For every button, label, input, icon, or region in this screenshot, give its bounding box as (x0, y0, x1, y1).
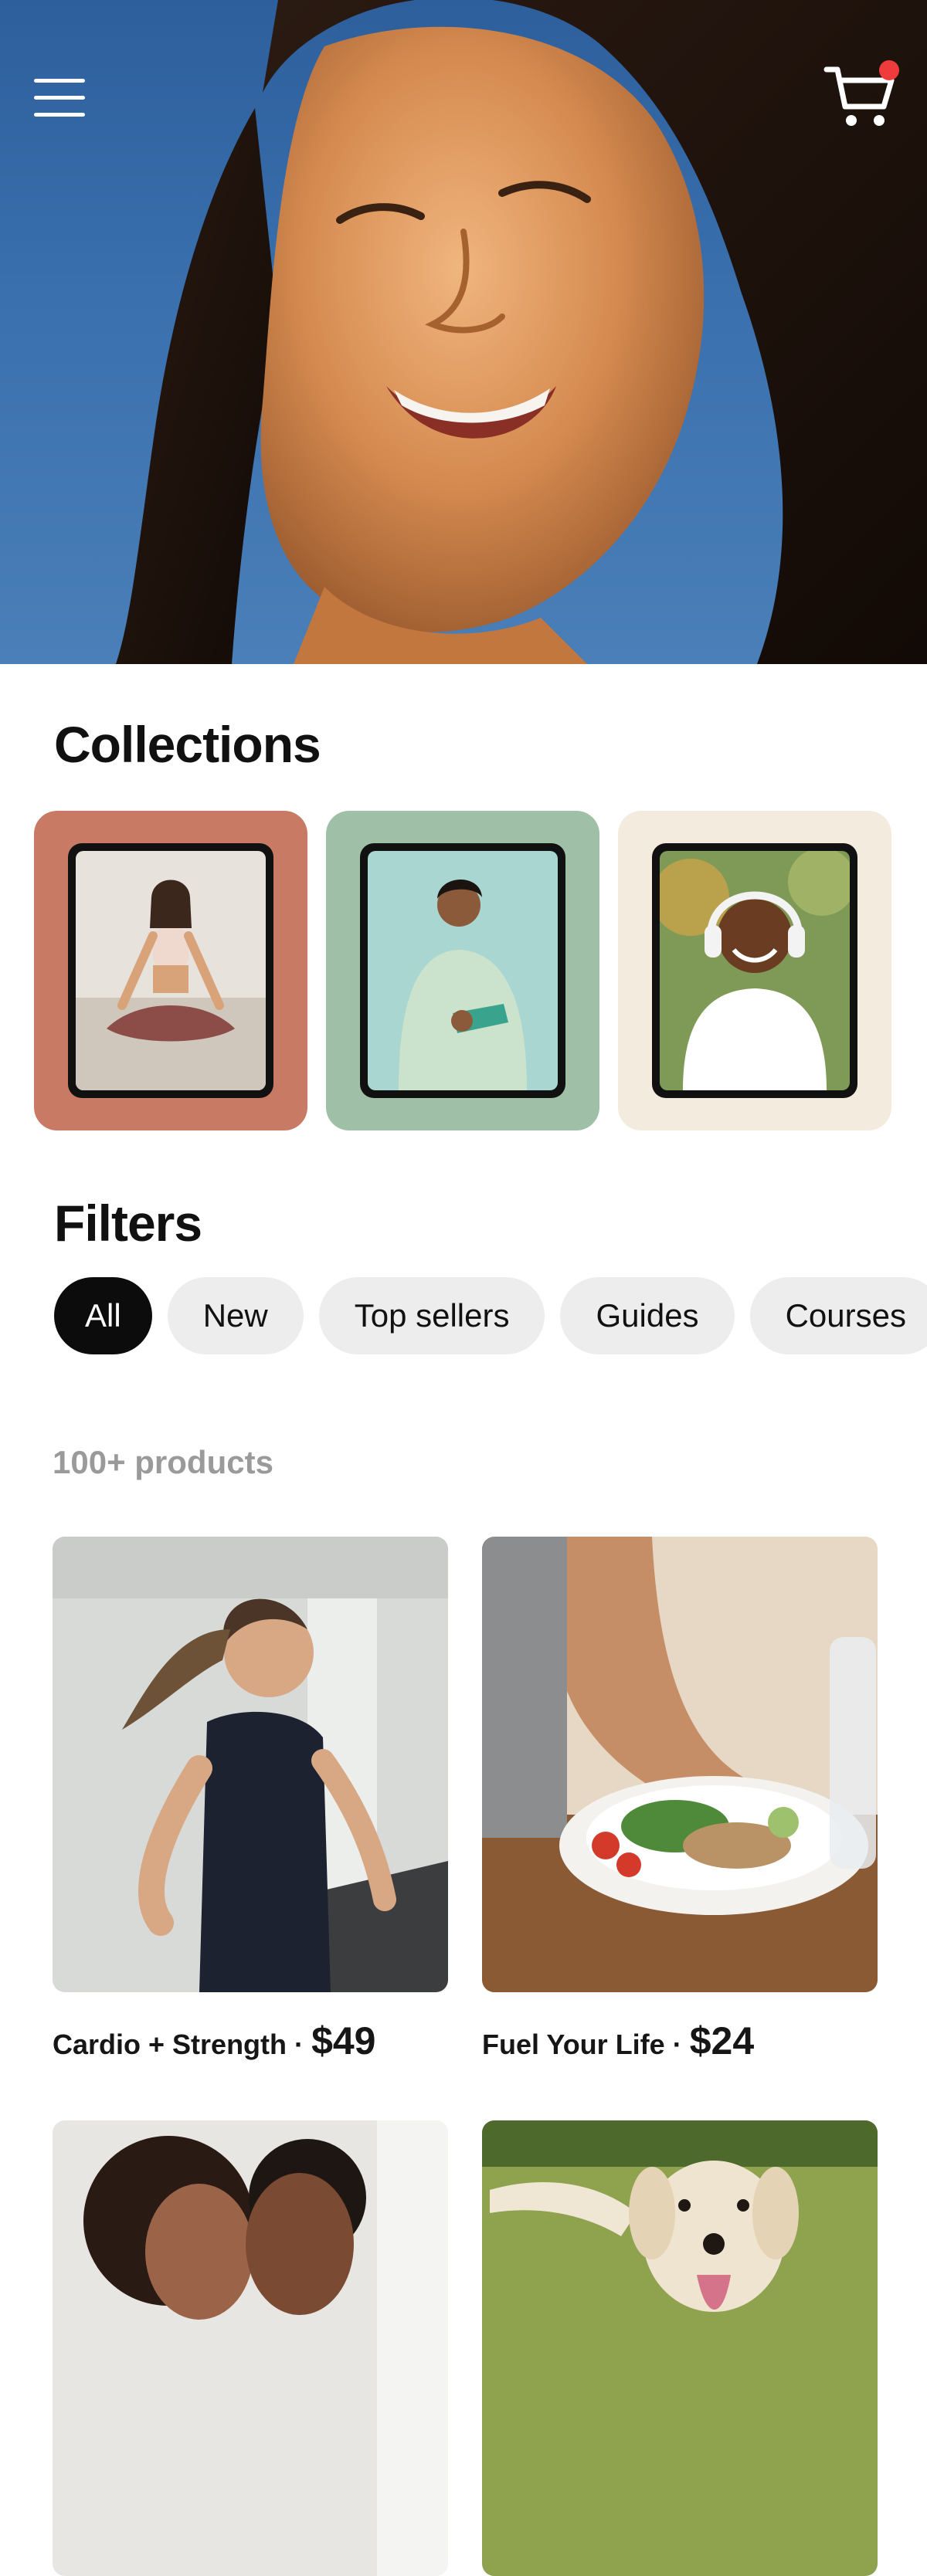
product-image-treadmill (53, 1537, 448, 1992)
product-name: Cardio + Strength (53, 2029, 287, 2060)
product-card-fuel-your-life[interactable]: Fuel Your Life · $24 (482, 1537, 878, 2063)
filter-chip-row: All New Top sellers Guides Courses (54, 1277, 927, 1354)
tablet-frame (68, 843, 273, 1098)
product-caption: Cardio + Strength · $49 (53, 2018, 448, 2063)
collection-image-yoga (76, 851, 266, 1090)
product-card-cardio-strength[interactable]: Cardio + Strength · $49 (53, 1537, 448, 2063)
product-card-couple[interactable] (53, 2120, 448, 2576)
filter-chip-guides[interactable]: Guides (560, 1277, 735, 1354)
hamburger-menu-icon-bar (34, 96, 85, 100)
tablet-frame (652, 843, 857, 1098)
collection-card-yoga[interactable] (34, 811, 307, 1130)
cart-notification-badge (879, 60, 899, 80)
collection-card-mindset[interactable] (326, 811, 599, 1130)
menu-button[interactable] (28, 73, 90, 122)
price-separator: · (294, 2029, 304, 2060)
hero-banner (0, 0, 927, 664)
filters-heading: Filters (54, 1195, 202, 1252)
product-count: 100+ products (53, 1444, 273, 1480)
collection-image-headphones (660, 851, 850, 1090)
price-separator: · (672, 2029, 682, 2060)
product-card-dog[interactable] (482, 2120, 878, 2576)
hero-photo-smiling-woman (116, 0, 927, 664)
filter-chip-top-sellers[interactable]: Top sellers (318, 1277, 545, 1354)
product-price: $49 (311, 2019, 376, 2062)
hamburger-menu-icon (34, 79, 85, 83)
collection-card-music[interactable] (618, 811, 891, 1130)
product-caption: Fuel Your Life · $24 (482, 2018, 878, 2063)
collection-image-phone (368, 851, 558, 1090)
filter-chip-new[interactable]: New (167, 1277, 304, 1354)
hamburger-menu-icon-bar (34, 113, 85, 117)
product-image-salad-plate (482, 1537, 878, 1992)
product-image-golden-retriever (482, 2120, 878, 2576)
product-price: $24 (689, 2019, 755, 2062)
filter-chip-courses[interactable]: Courses (749, 1277, 927, 1354)
product-image-couple (53, 2120, 448, 2576)
collections-heading: Collections (54, 716, 321, 773)
product-name: Fuel Your Life (482, 2029, 665, 2060)
filter-chip-all[interactable]: All (54, 1277, 152, 1354)
tablet-frame (360, 843, 565, 1098)
